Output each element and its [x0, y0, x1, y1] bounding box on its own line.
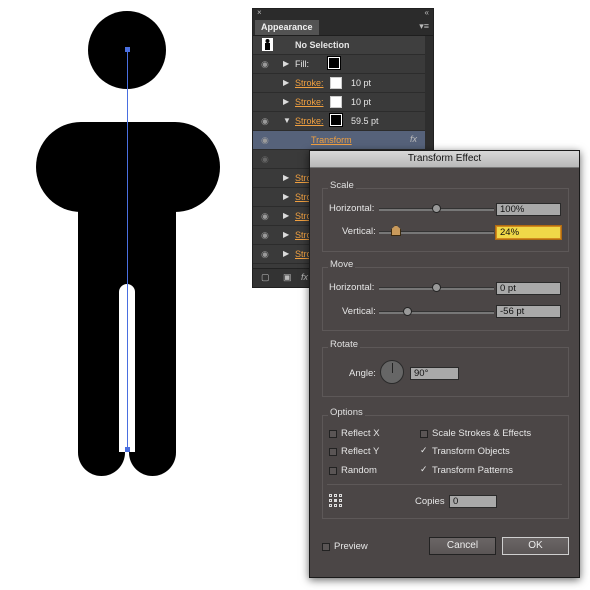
visibility-eye-icon[interactable]: ◉	[261, 211, 269, 222]
stroke-weight: 10 pt	[351, 78, 372, 88]
scale-vertical-thumb[interactable]	[391, 225, 401, 236]
reference-point-locator-icon[interactable]	[329, 494, 342, 507]
transform-effect-dialog: Transform Effect Scale Horizontal: 100% …	[309, 150, 580, 578]
expand-triangle-icon[interactable]: ▶	[283, 173, 289, 182]
move-horizontal-label: Horizontal:	[329, 282, 375, 293]
scale-horizontal-label: Horizontal:	[329, 203, 375, 214]
move-vertical-input[interactable]: -56 pt	[496, 305, 561, 318]
move-group: Move Horizontal: 0 pt Vertical: -56 pt	[322, 259, 569, 331]
angle-dial[interactable]	[380, 360, 404, 384]
expand-triangle-icon[interactable]: ▶	[283, 230, 289, 239]
figure-thumbnail-icon	[262, 38, 273, 51]
appearance-row-stroke-2[interactable]: ▶ Stroke: 10 pt	[253, 93, 433, 112]
panel-tab-bar: Appearance ▾≡	[253, 19, 433, 36]
selection-label: No Selection	[295, 40, 350, 50]
move-group-title: Move	[328, 259, 356, 270]
preview-checkbox[interactable]	[322, 543, 330, 551]
options-group-title: Options	[328, 407, 365, 418]
add-stroke-icon[interactable]: ▢	[261, 272, 270, 283]
rotate-group: Rotate Angle: 90°	[322, 339, 569, 397]
ok-button[interactable]: OK	[502, 537, 569, 555]
canvas[interactable]	[0, 0, 250, 590]
stroke-swatch[interactable]	[330, 96, 342, 108]
visibility-eye-icon[interactable]: ◉	[261, 59, 269, 70]
angle-dial-needle	[392, 363, 393, 373]
preview-label: Preview	[334, 541, 368, 552]
scale-strokes-checkbox[interactable]	[420, 430, 428, 438]
stroke-swatch[interactable]	[330, 114, 342, 126]
stroke-link[interactable]: Stroke:	[295, 97, 324, 107]
reflect-y-label: Reflect Y	[341, 446, 380, 457]
expand-triangle-icon[interactable]: ▶	[283, 192, 289, 201]
scale-strokes-label: Scale Strokes & Effects	[432, 428, 532, 439]
move-vertical-label: Vertical:	[342, 306, 376, 317]
row-label: Fill:	[295, 59, 309, 69]
stroke-weight: 59.5 pt	[351, 116, 379, 126]
visibility-eye-icon[interactable]: ◉	[261, 135, 269, 146]
copies-input[interactable]: 0	[449, 495, 497, 508]
random-checkbox[interactable]	[329, 467, 337, 475]
cancel-button[interactable]: Cancel	[429, 537, 496, 555]
expand-triangle-icon[interactable]: ▶	[283, 59, 289, 68]
copies-label: Copies	[415, 496, 445, 507]
path-anchor-top[interactable]	[125, 47, 130, 52]
appearance-row-stroke-1[interactable]: ▶ Stroke: 10 pt	[253, 74, 433, 93]
panel-top-bar: × «	[253, 8, 433, 19]
rotate-angle-input[interactable]: 90°	[410, 367, 459, 380]
transform-patterns-label: Transform Patterns	[432, 465, 513, 476]
transform-objects-label: Transform Objects	[432, 446, 510, 457]
scale-horizontal-input[interactable]: 100%	[496, 203, 561, 216]
close-panel-icon[interactable]: ×	[257, 8, 262, 17]
appearance-row-fill[interactable]: ◉ ▶ Fill:	[253, 55, 433, 74]
collapse-panel-icon[interactable]: «	[425, 8, 429, 17]
fill-swatch[interactable]	[328, 57, 340, 69]
transform-objects-check-icon[interactable]: ✓	[420, 445, 428, 456]
selected-path[interactable]	[127, 49, 128, 451]
expand-triangle-icon[interactable]: ▶	[283, 97, 289, 106]
scale-horizontal-thumb[interactable]	[432, 204, 441, 213]
options-group: Options Reflect X Reflect Y Random Scale…	[322, 407, 569, 519]
scale-group: Scale Horizontal: 100% Vertical: 24%	[322, 180, 569, 252]
move-vertical-slider[interactable]	[379, 311, 494, 314]
stroke-swatch[interactable]	[330, 77, 342, 89]
rotate-group-title: Rotate	[328, 339, 360, 350]
collapse-triangle-icon[interactable]: ▼	[283, 116, 291, 125]
stroke-weight: 10 pt	[351, 97, 372, 107]
figure-right-leg	[129, 280, 176, 476]
move-horizontal-input[interactable]: 0 pt	[496, 282, 561, 295]
transform-effect-link[interactable]: Transform	[311, 135, 352, 145]
visibility-eye-icon[interactable]: ◉	[261, 116, 269, 127]
appearance-row-transform[interactable]: ◉ Transform fx	[253, 131, 433, 150]
visibility-eye-icon[interactable]: ◉	[261, 154, 269, 165]
rotate-angle-label: Angle:	[349, 368, 376, 379]
appearance-row-stroke-3[interactable]: ◉ ▼ Stroke: 59.5 pt	[253, 112, 433, 131]
scale-vertical-label: Vertical:	[342, 226, 376, 237]
options-divider	[327, 484, 562, 485]
move-vertical-thumb[interactable]	[403, 307, 412, 316]
transform-patterns-check-icon[interactable]: ✓	[420, 464, 428, 475]
expand-triangle-icon[interactable]: ▶	[283, 249, 289, 258]
appearance-header-row: No Selection	[253, 36, 433, 55]
add-effect-icon[interactable]: fx	[301, 272, 308, 282]
panel-menu-icon[interactable]: ▾≡	[419, 21, 429, 32]
stroke-link[interactable]: Stroke:	[295, 116, 324, 126]
reflect-x-checkbox[interactable]	[329, 430, 337, 438]
reflect-y-checkbox[interactable]	[329, 448, 337, 456]
scale-vertical-input[interactable]: 24%	[496, 226, 561, 239]
expand-triangle-icon[interactable]: ▶	[283, 78, 289, 87]
move-horizontal-thumb[interactable]	[432, 283, 441, 292]
visibility-eye-icon[interactable]: ◉	[261, 249, 269, 260]
expand-triangle-icon[interactable]: ▶	[283, 211, 289, 220]
figure-left-leg	[78, 280, 125, 476]
add-fill-icon[interactable]: ▣	[283, 272, 292, 283]
dialog-title: Transform Effect	[310, 151, 579, 168]
random-label: Random	[341, 465, 377, 476]
tab-appearance[interactable]: Appearance	[255, 20, 319, 35]
reflect-x-label: Reflect X	[341, 428, 380, 439]
visibility-eye-icon[interactable]: ◉	[261, 230, 269, 241]
stroke-link[interactable]: Stroke:	[295, 78, 324, 88]
scale-group-title: Scale	[328, 180, 356, 191]
fx-icon: fx	[409, 134, 417, 144]
path-anchor-bottom[interactable]	[125, 447, 130, 452]
